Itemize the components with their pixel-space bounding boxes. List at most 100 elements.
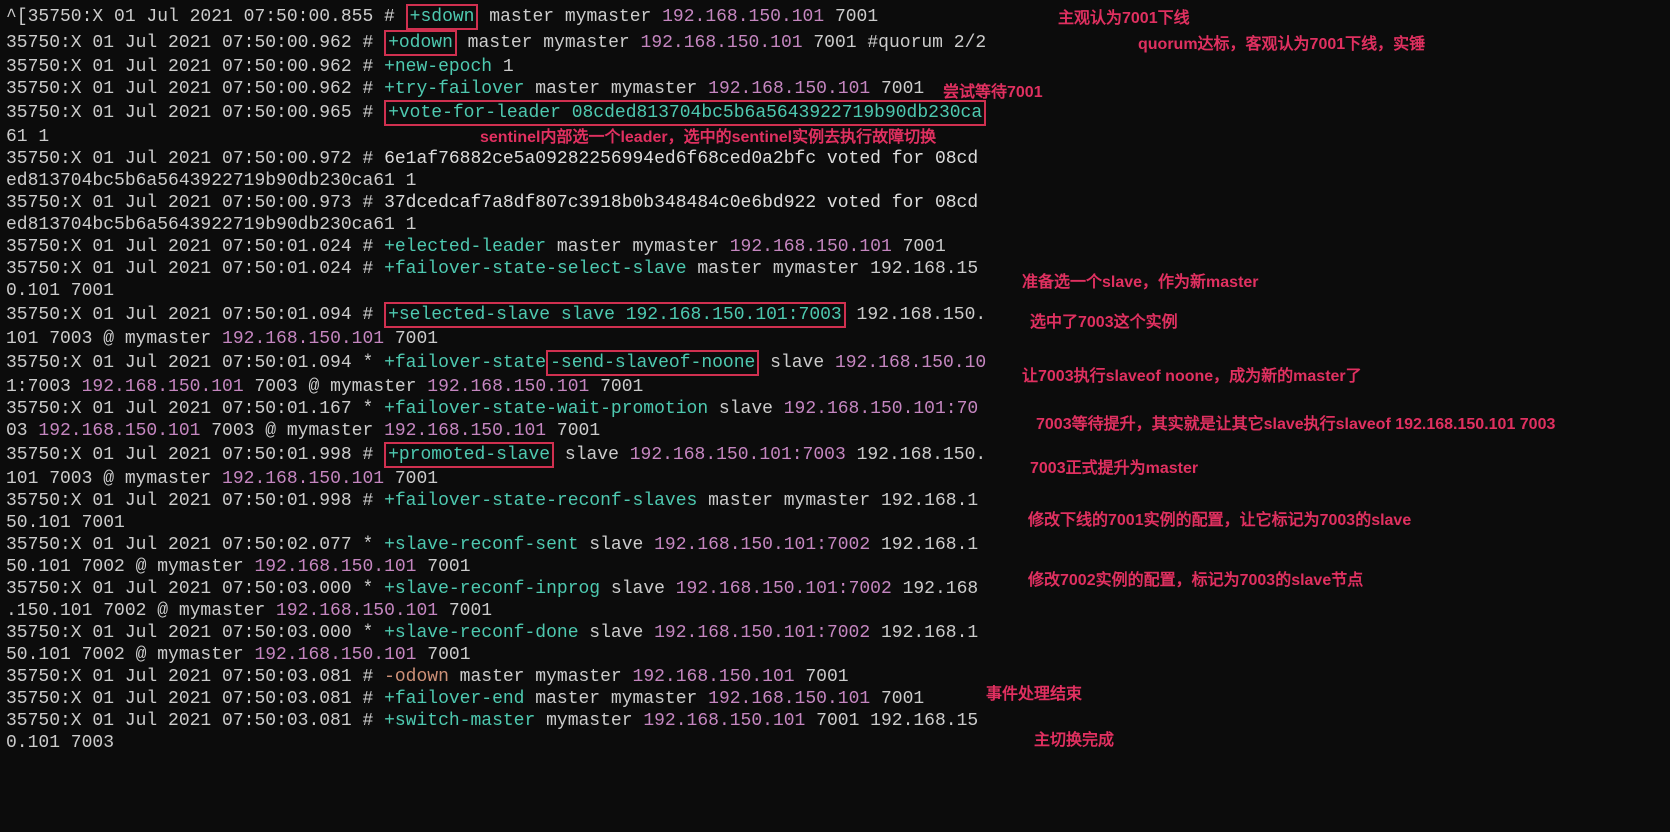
log-line: 50.101 7002 @ mymaster 192.168.150.101 7… [6,644,1664,666]
log-line: 101 7003 @ mymaster 192.168.150.101 7001 [6,468,1664,490]
log-segment: 03 [6,421,38,441]
log-segment: 35750:X 01 Jul 2021 07:50:03.081 # [6,689,384,709]
log-segment: 7001 [438,601,492,621]
log-segment: 192.168.150.101 [82,377,244,397]
event-highlight-box: +selected-slave slave 192.168.150.101:70… [384,302,846,328]
log-segment: +failover-state-select-slave [384,259,686,279]
log-line: 35750:X 01 Jul 2021 07:50:01.094 # +sele… [6,302,1664,328]
log-segment: 35750:X 01 Jul 2021 07:50:00.973 # [6,193,384,213]
log-line: 50.101 7001 [6,512,1664,534]
log-segment: 6e1af76882ce5a09282256994ed6f68ced0a2bfc… [384,149,978,169]
log-segment: ed813704bc5b6a5643922719b90db230ca61 1 [6,215,416,235]
annotation-label: 尝试等待7001 [943,82,1043,104]
log-segment: 192.168.150.10 [835,353,986,373]
log-segment: 192.168.150.101 [427,377,589,397]
log-segment: 35750:X 01 Jul 2021 07:50:03.081 # [6,667,384,687]
log-segment: 192.168.150.101:7002 [654,623,870,643]
log-segment: 35750:X 01 Jul 2021 07:50:00.972 # [6,149,384,169]
log-segment: 7003 @ mymaster [200,421,384,441]
log-line: 50.101 7002 @ mymaster 192.168.150.101 7… [6,556,1664,578]
log-segment: +failover-end [384,689,524,709]
annotation-label: 7003正式提升为master [1030,458,1198,480]
log-line: 35750:X 01 Jul 2021 07:50:01.998 # +prom… [6,442,1664,468]
log-segment: 35750:X 01 Jul 2021 07:50:00.962 # [6,33,384,53]
log-segment: 192.168.150.101 [643,711,805,731]
annotation-label: 主观认为7001下线 [1058,8,1190,30]
log-segment: 192.168.150.101 [254,557,416,577]
log-segment: 192.168.150.101 [384,421,546,441]
log-segment: 35750:X 01 Jul 2021 07:50:00.962 # [6,79,384,99]
log-segment: 7001 #quorum 2/2 [803,33,987,53]
log-line: 35750:X 01 Jul 2021 07:50:01.024 # +elec… [6,236,1664,258]
log-segment: 50.101 7002 @ mymaster [6,645,254,665]
log-segment: 7001 [870,689,924,709]
log-segment: 50.101 7001 [6,513,125,533]
log-segment: 0.101 7001 [6,281,114,301]
log-segment: 192.168.150.101 [633,667,795,687]
log-segment: 192.168.150.101 [38,421,200,441]
log-segment: 35750:X 01 Jul 2021 07:50:03.000 * [6,623,384,643]
log-segment: ^[35750:X 01 Jul 2021 07:50:00.855 # [6,7,406,27]
log-line: 35750:X 01 Jul 2021 07:50:01.024 # +fail… [6,258,1664,280]
log-segment: +failover-state-wait-promotion [384,399,708,419]
log-segment: 35750:X 01 Jul 2021 07:50:01.167 * [6,399,384,419]
log-segment: 7001 [892,237,946,257]
log-segment: 192.168.150.101 [708,79,870,99]
log-segment: 192.168.1 [870,535,978,555]
annotation-label: 7003等待提升，其实就是让其它slave执行slaveof 192.168.1… [1036,414,1555,436]
log-segment: slave [600,579,676,599]
log-segment: 192.168.150.101 [254,645,416,665]
log-segment: 0.101 7003 [6,733,114,753]
log-segment: 192.168.150.101 [222,469,384,489]
log-segment: +failover-state-reconf-slaves [384,491,697,511]
log-segment: slave [554,445,630,465]
log-segment: 35750:X 01 Jul 2021 07:50:03.081 # [6,711,384,731]
log-segment: master mymaster [546,237,730,257]
log-line: 35750:X 01 Jul 2021 07:50:00.962 # +try-… [6,78,1664,100]
annotation-label: 准备选一个slave，作为新master [1022,272,1259,294]
log-segment: .150.101 7002 @ mymaster [6,601,276,621]
annotation-label: 事件处理结束 [986,684,1082,706]
log-line: 35750:X 01 Jul 2021 07:50:03.081 # +fail… [6,688,1664,710]
log-segment: 7003 @ mymaster [244,377,428,397]
log-line: 35750:X 01 Jul 2021 07:50:03.081 # +swit… [6,710,1664,732]
log-segment: 192.168.1 [870,623,978,643]
log-segment: 192.168.150.101:7002 [654,535,870,555]
log-segment: master mymaster [525,689,709,709]
log-segment: +slave-reconf-inprog [384,579,600,599]
event-highlight-box: +sdown [406,4,479,30]
log-segment: master mymaster [449,667,633,687]
log-segment: +slave-reconf-sent [384,535,578,555]
log-segment: 7001 [870,79,924,99]
log-line: ^[35750:X 01 Jul 2021 07:50:00.855 # +sd… [6,4,1664,30]
log-segment: 35750:X 01 Jul 2021 07:50:01.024 # [6,259,384,279]
log-segment: 37dcedcaf7a8df807c3918b0b348484c0e6bd922… [384,193,978,213]
log-line: 35750:X 01 Jul 2021 07:50:00.973 # 37dce… [6,192,1664,214]
log-segment: mymaster [535,711,643,731]
log-segment: +failover-state [384,353,546,373]
log-segment: 1:7003 [6,377,82,397]
terminal-output: ^[35750:X 01 Jul 2021 07:50:00.855 # +sd… [0,0,1670,758]
log-segment: 101 7003 @ mymaster [6,469,222,489]
log-segment: 192.168.150.101:70 [784,399,978,419]
log-segment: 192.168.150.101 [276,601,438,621]
log-line: 35750:X 01 Jul 2021 07:50:01.094 * +fail… [6,350,1664,376]
log-segment: 7001 [384,329,438,349]
log-line: 101 7003 @ mymaster 192.168.150.101 7001 [6,328,1664,350]
log-segment: 35750:X 01 Jul 2021 07:50:01.998 # [6,491,384,511]
log-segment: 192.168.150.101 [730,237,892,257]
log-segment: master mymaster 192.168.15 [687,259,979,279]
log-segment: 7001 [416,557,470,577]
log-segment: +switch-master [384,711,535,731]
log-segment: 7001 [795,667,849,687]
log-line: 0.101 7001 [6,280,1664,302]
log-line: .150.101 7002 @ mymaster 192.168.150.101… [6,600,1664,622]
annotation-label: quorum达标，客观认为7001下线，实锤 [1138,34,1425,56]
log-segment: 192.168.150.101 [662,7,824,27]
log-segment: +new-epoch [384,57,492,77]
log-segment: slave [579,623,655,643]
log-segment: 7001 [589,377,643,397]
log-line: 35750:X 01 Jul 2021 07:50:02.077 * +slav… [6,534,1664,556]
log-segment: 192.168.150.101:7003 [630,445,846,465]
log-segment: 7001 [824,7,878,27]
